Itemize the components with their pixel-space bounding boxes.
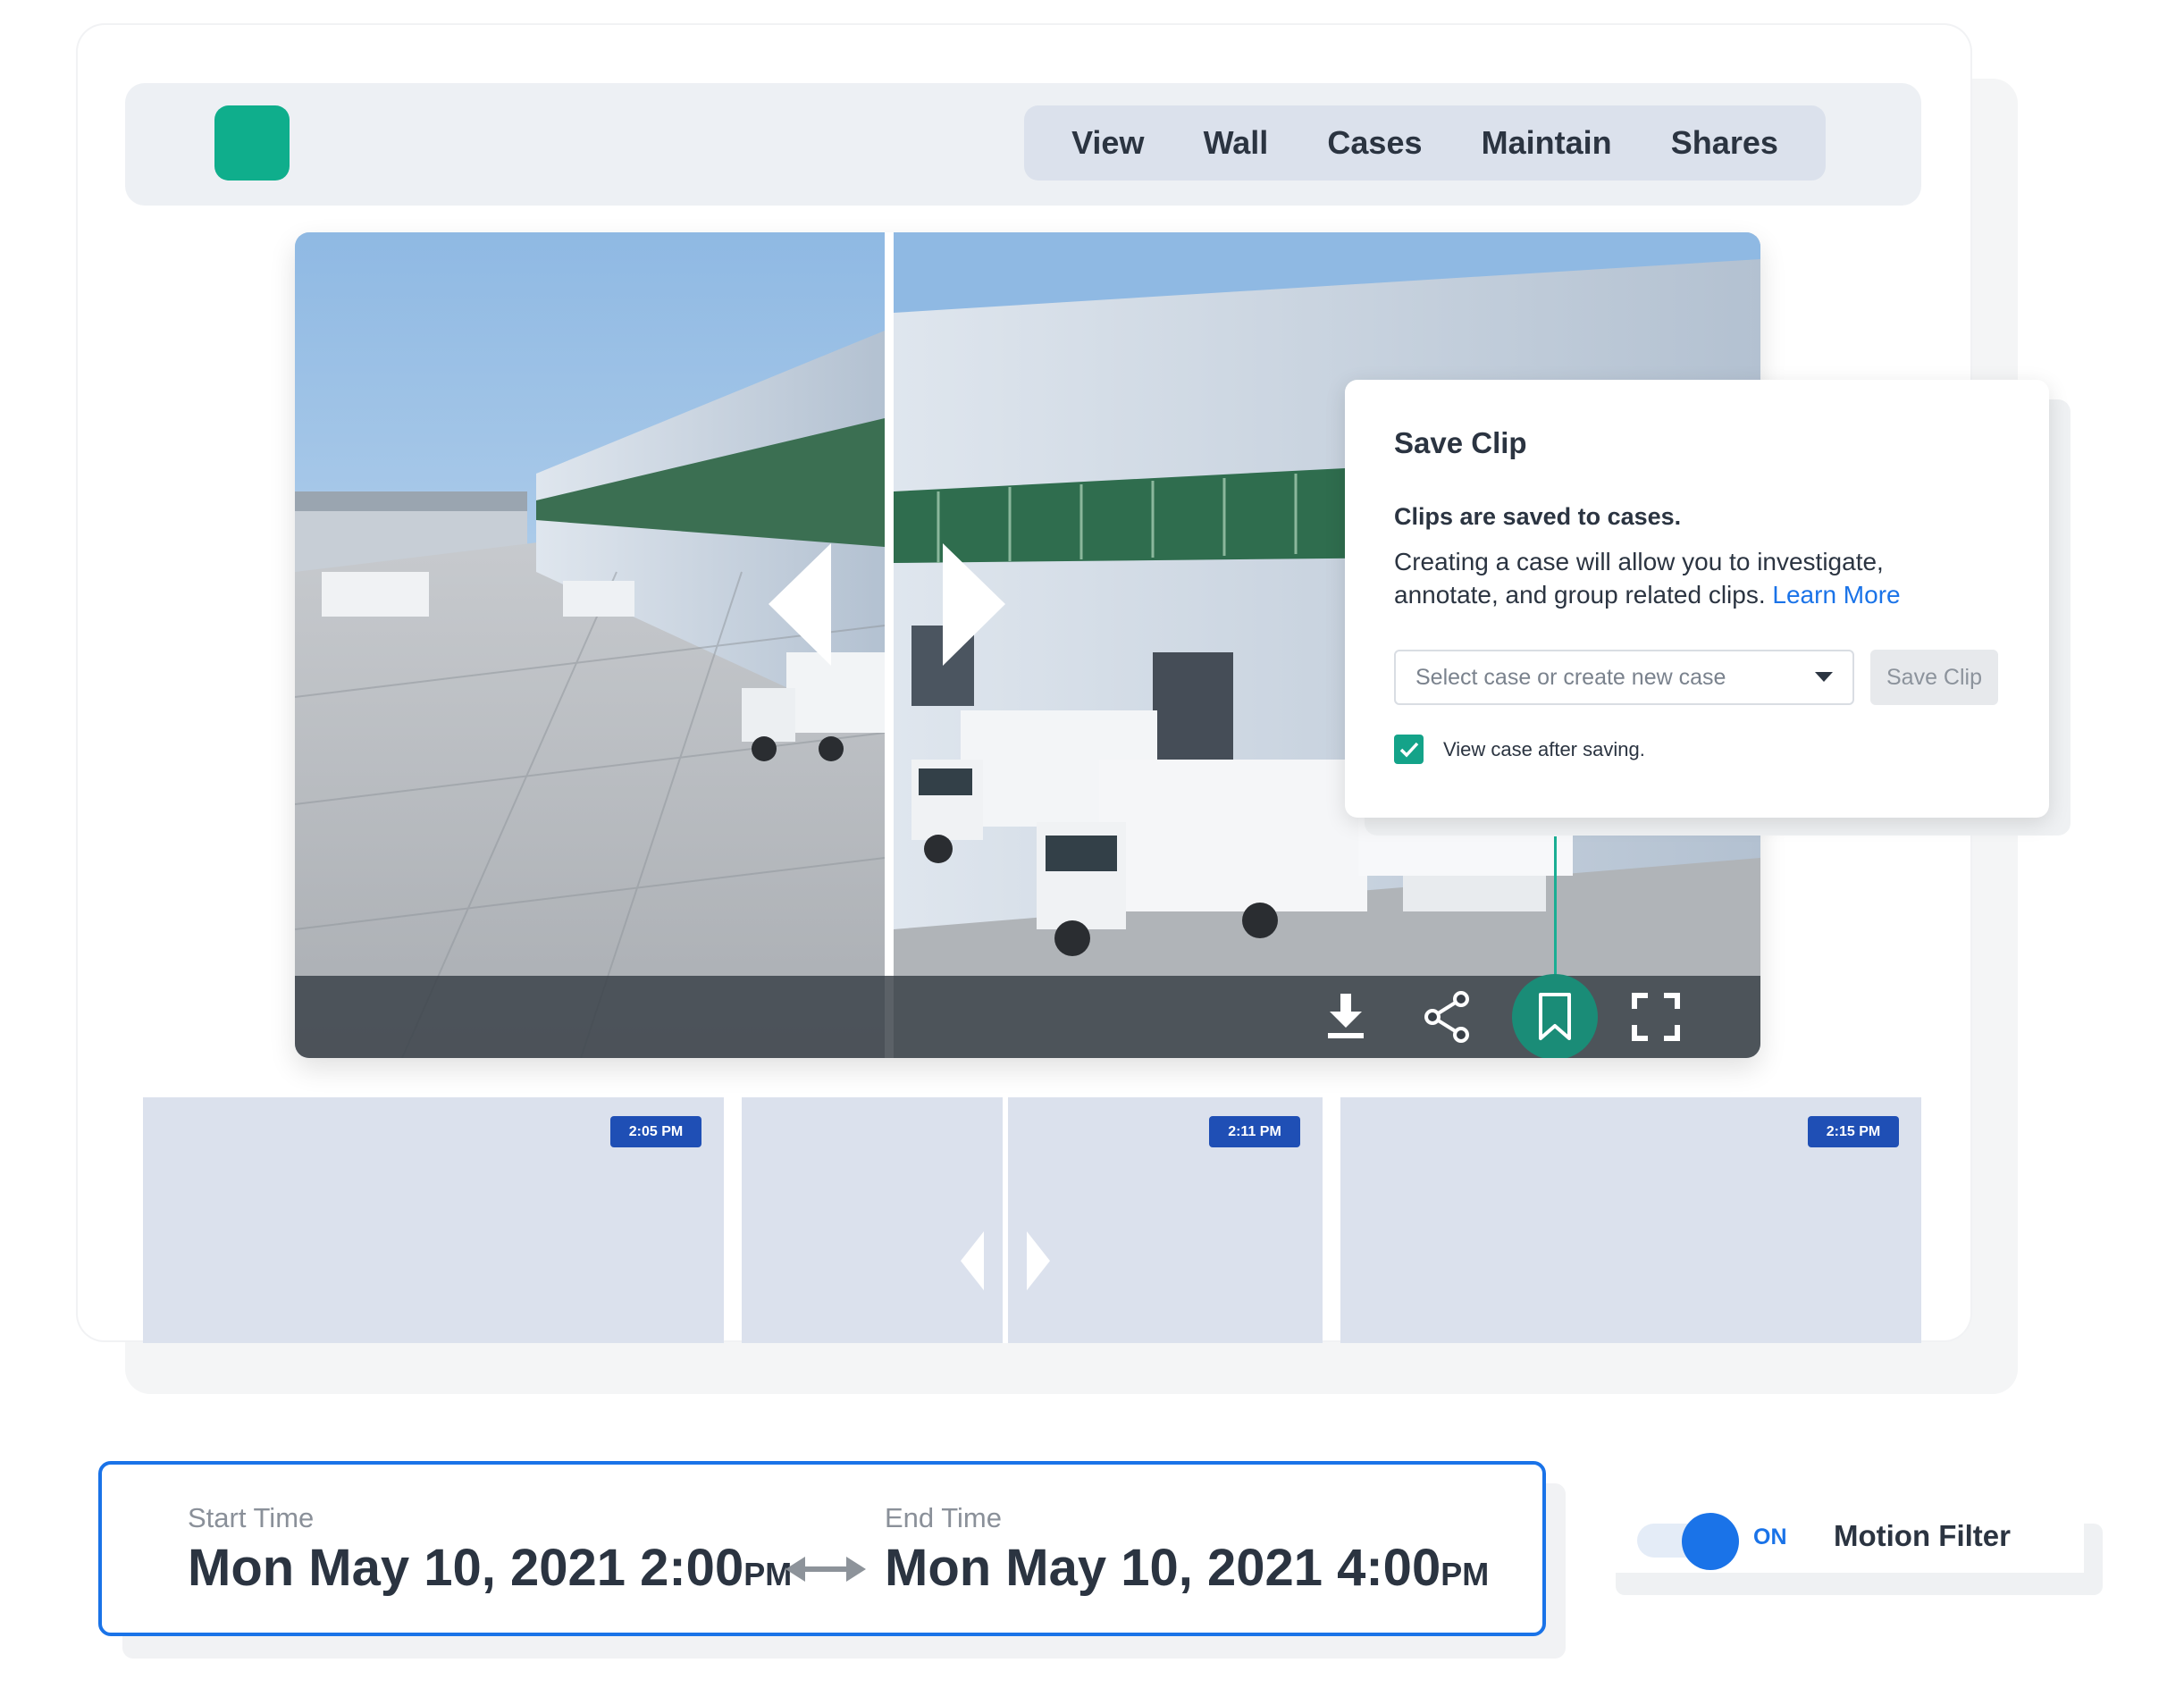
toggle-state-label: ON [1753,1524,1787,1549]
learn-more-link[interactable]: Learn More [1772,581,1900,609]
clip-thumbnail-3[interactable]: 2:15 PM [1340,1097,1921,1343]
start-time-label: Start Time [188,1502,315,1533]
toggle-knob[interactable] [1682,1513,1739,1570]
tab-wall[interactable]: Wall [1204,124,1269,162]
view-case-checkbox-label: View case after saving. [1443,738,1645,760]
end-time-value[interactable]: Mon May 10, 2021 4:00PM [885,1538,1489,1598]
popover-description: Creating a case will allow you to invest… [1394,545,1975,611]
checkmark-icon [1399,742,1418,758]
nav-tabs: View Wall Cases Maintain Shares [1024,105,1826,181]
case-select-dropdown[interactable]: Select case or create new case [1394,650,1854,705]
motion-filter-label: Motion Filter [1834,1519,2011,1552]
time-range-selector[interactable]: Start Time Mon May 10, 2021 2:00PM End T… [98,1461,1546,1636]
double-arrow-icon [785,1557,866,1582]
bookmark-icon [1539,993,1571,1040]
bookmark-button[interactable] [1512,974,1598,1058]
case-select-placeholder: Select case or create new case [1415,664,1726,690]
end-time-text: Mon May 10, 2021 4:00 [885,1539,1441,1597]
end-time-ampm: PM [1441,1556,1490,1592]
clip-thumbnail-2[interactable]: 2:11 PM [742,1097,1323,1343]
thumbnail-time-badge: 2:05 PM [610,1116,701,1147]
end-time-label: End Time [885,1502,1002,1533]
bookmark-callout-line [1554,836,1557,976]
split-arrows-icon [961,1231,1050,1290]
tab-view[interactable]: View [1071,124,1144,162]
fullscreen-button[interactable] [1616,976,1696,1058]
chevron-down-icon [1815,672,1833,682]
thumbnail-time-badge: 2:15 PM [1808,1116,1899,1147]
save-clip-popover: Save Clip Clips are saved to cases. Crea… [1345,380,2049,818]
share-icon [1424,991,1469,1043]
start-time-value[interactable]: Mon May 10, 2021 2:00PM [188,1538,792,1598]
thumbnail-time-badge: 2:11 PM [1209,1116,1300,1147]
popover-subtitle: Clips are saved to cases. [1394,503,1682,530]
tab-maintain[interactable]: Maintain [1482,124,1612,162]
tab-shares[interactable]: Shares [1671,124,1778,162]
thumbnail-split-divider [1003,1097,1008,1343]
popover-title: Save Clip [1394,426,1527,459]
save-clip-button[interactable]: Save Clip [1870,650,1998,705]
share-button[interactable] [1407,976,1487,1058]
download-button[interactable] [1306,976,1386,1058]
start-time-text: Mon May 10, 2021 2:00 [188,1539,744,1597]
tab-cases[interactable]: Cases [1327,124,1422,162]
fullscreen-icon [1632,993,1680,1041]
clip-thumbnail-1[interactable]: 2:05 PM [143,1097,724,1343]
view-case-checkbox[interactable] [1394,735,1424,764]
app-logo[interactable] [214,105,290,181]
download-icon [1328,994,1364,1038]
